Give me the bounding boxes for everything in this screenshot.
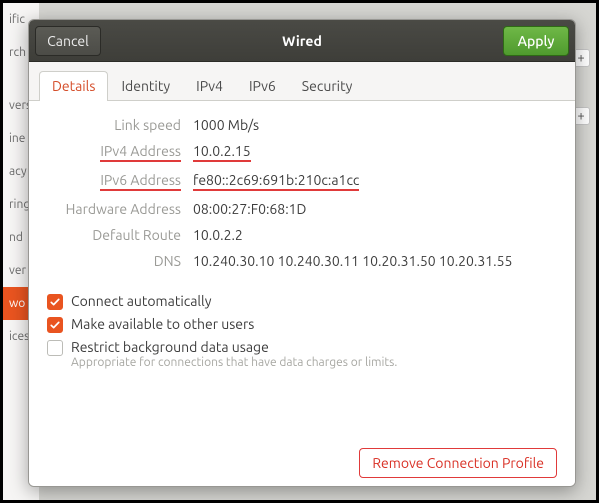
detail-row: IPv4 Address 10.0.2.15 (47, 143, 557, 162)
detail-label: Hardware Address (47, 201, 181, 217)
detail-label: IPv4 Address (47, 143, 181, 162)
detail-row: DNS 10.240.30.10 10.240.30.11 10.20.31.50… (47, 253, 557, 269)
option-row: Make available to other users (47, 316, 557, 333)
tab-identity[interactable]: Identity (108, 71, 183, 101)
details-pane: Link speed 1000 Mb/s IPv4 Address 10.0.2.15… (29, 101, 575, 486)
network-connection-dialog: Cancel Wired Apply DetailsIdentityIPv4IP… (28, 19, 576, 487)
option-label: Restrict background data usage (71, 339, 397, 355)
detail-row: Hardware Address 08:00:27:F0:68:1D (47, 201, 557, 217)
cancel-button[interactable]: Cancel (35, 26, 101, 56)
option-label: Make available to other users (71, 316, 254, 332)
detail-value: 10.0.2.15 (193, 143, 557, 162)
detail-label: Link speed (47, 117, 181, 133)
details-options: Connect automatically Make available to o… (47, 287, 557, 375)
checkbox[interactable] (47, 317, 63, 333)
detail-value: 08:00:27:F0:68:1D (193, 201, 557, 217)
tab-strip: DetailsIdentityIPv4IPv6Security (29, 62, 575, 101)
option-label: Connect automatically (71, 293, 211, 309)
option-subtext: Appropriate for connections that have da… (71, 356, 397, 369)
option-row: Restrict background data usageAppropriat… (47, 339, 557, 369)
detail-value: fe80::2c69:691b:210c:a1cc (193, 172, 557, 191)
detail-row: IPv6 Address fe80::2c69:691b:210c:a1cc (47, 172, 557, 191)
checkbox[interactable] (47, 340, 63, 356)
details-properties: Link speed 1000 Mb/s IPv4 Address 10.0.2.15… (47, 117, 557, 279)
tab-ipv4[interactable]: IPv4 (183, 71, 236, 101)
tab-security[interactable]: Security (289, 71, 366, 101)
dialog-footer: Remove Connection Profile (47, 436, 557, 478)
detail-value: 1000 Mb/s (193, 117, 557, 133)
option-row: Connect automatically (47, 293, 557, 310)
checkbox[interactable] (47, 294, 63, 310)
detail-value: 10.0.2.2 (193, 227, 557, 243)
tab-details[interactable]: Details (39, 71, 108, 101)
apply-button[interactable]: Apply (503, 26, 569, 56)
dialog-titlebar: Cancel Wired Apply (29, 20, 575, 62)
dialog-title: Wired (101, 33, 503, 49)
detail-value: 10.240.30.10 10.240.30.11 10.20.31.50 10… (193, 253, 557, 269)
remove-connection-profile-button[interactable]: Remove Connection Profile (359, 448, 557, 478)
tab-ipv6[interactable]: IPv6 (236, 71, 289, 101)
detail-label: Default Route (47, 227, 181, 243)
detail-label: IPv6 Address (47, 172, 181, 191)
detail-row: Default Route 10.0.2.2 (47, 227, 557, 243)
detail-row: Link speed 1000 Mb/s (47, 117, 557, 133)
detail-label: DNS (47, 253, 181, 269)
